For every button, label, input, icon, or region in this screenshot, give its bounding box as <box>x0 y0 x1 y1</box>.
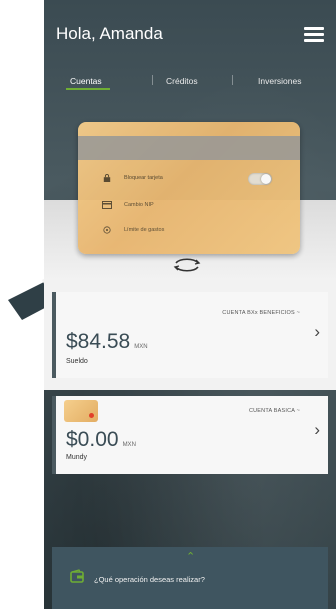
tab-divider <box>152 75 153 85</box>
account-type: Mundy <box>66 454 88 461</box>
tab-bar: Cuentas Créditos Inversiones <box>44 68 336 96</box>
account-type: Sueldo <box>66 358 88 365</box>
chevron-up-icon[interactable]: ⌃ <box>186 550 195 563</box>
rotate-card-icon[interactable] <box>172 257 202 273</box>
phone-screen: Hola, Amanda Cuentas Créditos Inversione… <box>44 0 336 609</box>
currency-label: MXN <box>122 442 136 448</box>
card-thumbnail <box>64 400 98 422</box>
account-name: CUENTA BXx BENEFICIOS ~ <box>222 310 300 316</box>
account-row[interactable]: CUENTA BXx BENEFICIOS ~ $84.58 MXN Sueldo… <box>52 292 328 378</box>
greeting-text: Hola, Amanda <box>56 24 163 43</box>
option-label: Cambio NIP <box>124 202 154 208</box>
tab-inversiones[interactable]: Inversiones <box>258 76 301 86</box>
wallet-icon <box>70 569 84 583</box>
account-accent-bar <box>52 396 56 474</box>
account-accent-bar <box>52 292 56 378</box>
tab-cuentas[interactable]: Cuentas <box>70 76 102 86</box>
limit-icon <box>103 226 111 234</box>
currency-label: MXN <box>134 344 148 350</box>
account-balance: $0.00 MXN <box>66 428 136 451</box>
app-header: Hola, Amanda <box>44 0 336 64</box>
lock-icon <box>103 174 111 182</box>
card-icon <box>102 201 112 209</box>
operations-question: ¿Qué operación deseas realizar? <box>94 575 205 584</box>
tab-divider <box>232 75 233 85</box>
active-tab-indicator <box>66 88 110 90</box>
account-balance: $84.58 MXN <box>66 330 148 353</box>
chevron-right-icon[interactable]: › <box>314 322 320 342</box>
card-magnetic-stripe <box>78 136 300 160</box>
chevron-right-icon[interactable]: › <box>314 420 320 440</box>
option-change-nip[interactable]: Cambio NIP <box>102 201 154 209</box>
operations-bar[interactable]: ⌃ ¿Qué operación deseas realizar? <box>52 547 328 609</box>
option-label: Límite de gastos <box>124 227 165 233</box>
account-name: CUENTA BASICA ~ <box>248 408 300 414</box>
tab-creditos[interactable]: Créditos <box>166 76 198 86</box>
hamburger-menu-icon[interactable] <box>304 27 324 42</box>
option-label: Bloquear tarjeta <box>124 175 163 181</box>
credit-card-options[interactable]: Bloquear tarjeta Cambio NIP Límite de ga… <box>78 122 300 254</box>
option-lock-card[interactable]: Bloquear tarjeta <box>102 174 163 182</box>
lock-card-toggle[interactable] <box>248 173 272 185</box>
account-row[interactable]: CUENTA BASICA ~ $0.00 MXN Mundy › <box>52 396 328 474</box>
option-spending-limit[interactable]: Límite de gastos <box>102 226 164 234</box>
